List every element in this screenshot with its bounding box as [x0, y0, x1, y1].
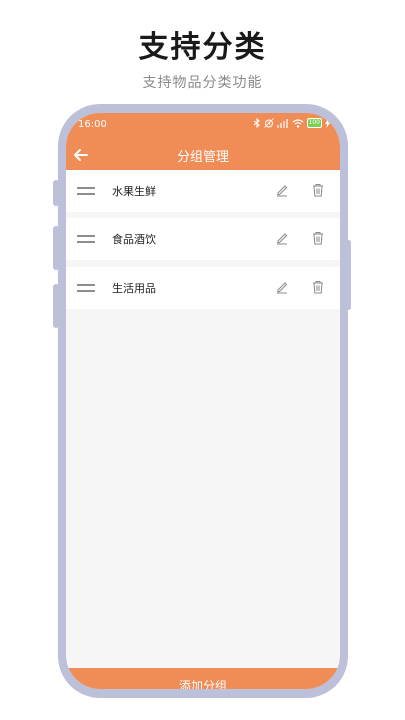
group-item[interactable]: 食品酒饮	[66, 218, 340, 260]
group-label: 食品酒饮	[112, 233, 156, 246]
alarm-icon	[263, 118, 274, 128]
phone-screen: 16:00 100 分组管理 水果生鲜 食品酒饮 生活用品 添加分组	[66, 113, 340, 689]
group-label: 生活用品	[112, 282, 156, 295]
status-time: 16:00	[78, 119, 107, 130]
trash-icon[interactable]	[311, 280, 325, 294]
status-bar: 16:00 100	[66, 113, 340, 139]
promo-subtitle: 支持物品分类功能	[142, 75, 263, 91]
wifi-icon	[292, 118, 303, 128]
app-bar: 分组管理	[66, 139, 340, 170]
promo-title: 支持分类	[138, 30, 267, 65]
drag-handle-icon[interactable]	[77, 235, 95, 243]
battery-icon: 100	[306, 118, 322, 128]
group-label: 水果生鲜	[112, 185, 156, 198]
signal-icon	[276, 118, 288, 128]
charging-icon	[325, 118, 330, 128]
trash-icon[interactable]	[311, 231, 325, 245]
group-item[interactable]: 生活用品	[66, 267, 340, 309]
edit-icon[interactable]	[275, 231, 289, 245]
drag-handle-icon[interactable]	[77, 284, 95, 292]
edit-icon[interactable]	[275, 183, 289, 197]
group-item[interactable]: 水果生鲜	[66, 170, 340, 212]
page-title: 分组管理	[176, 150, 229, 165]
status-icons: 100	[253, 118, 330, 128]
drag-handle-icon[interactable]	[77, 187, 95, 195]
bluetooth-icon	[253, 118, 260, 128]
trash-icon[interactable]	[311, 183, 325, 197]
add-group-button[interactable]: 添加分组	[66, 668, 340, 689]
edit-icon[interactable]	[275, 280, 289, 294]
